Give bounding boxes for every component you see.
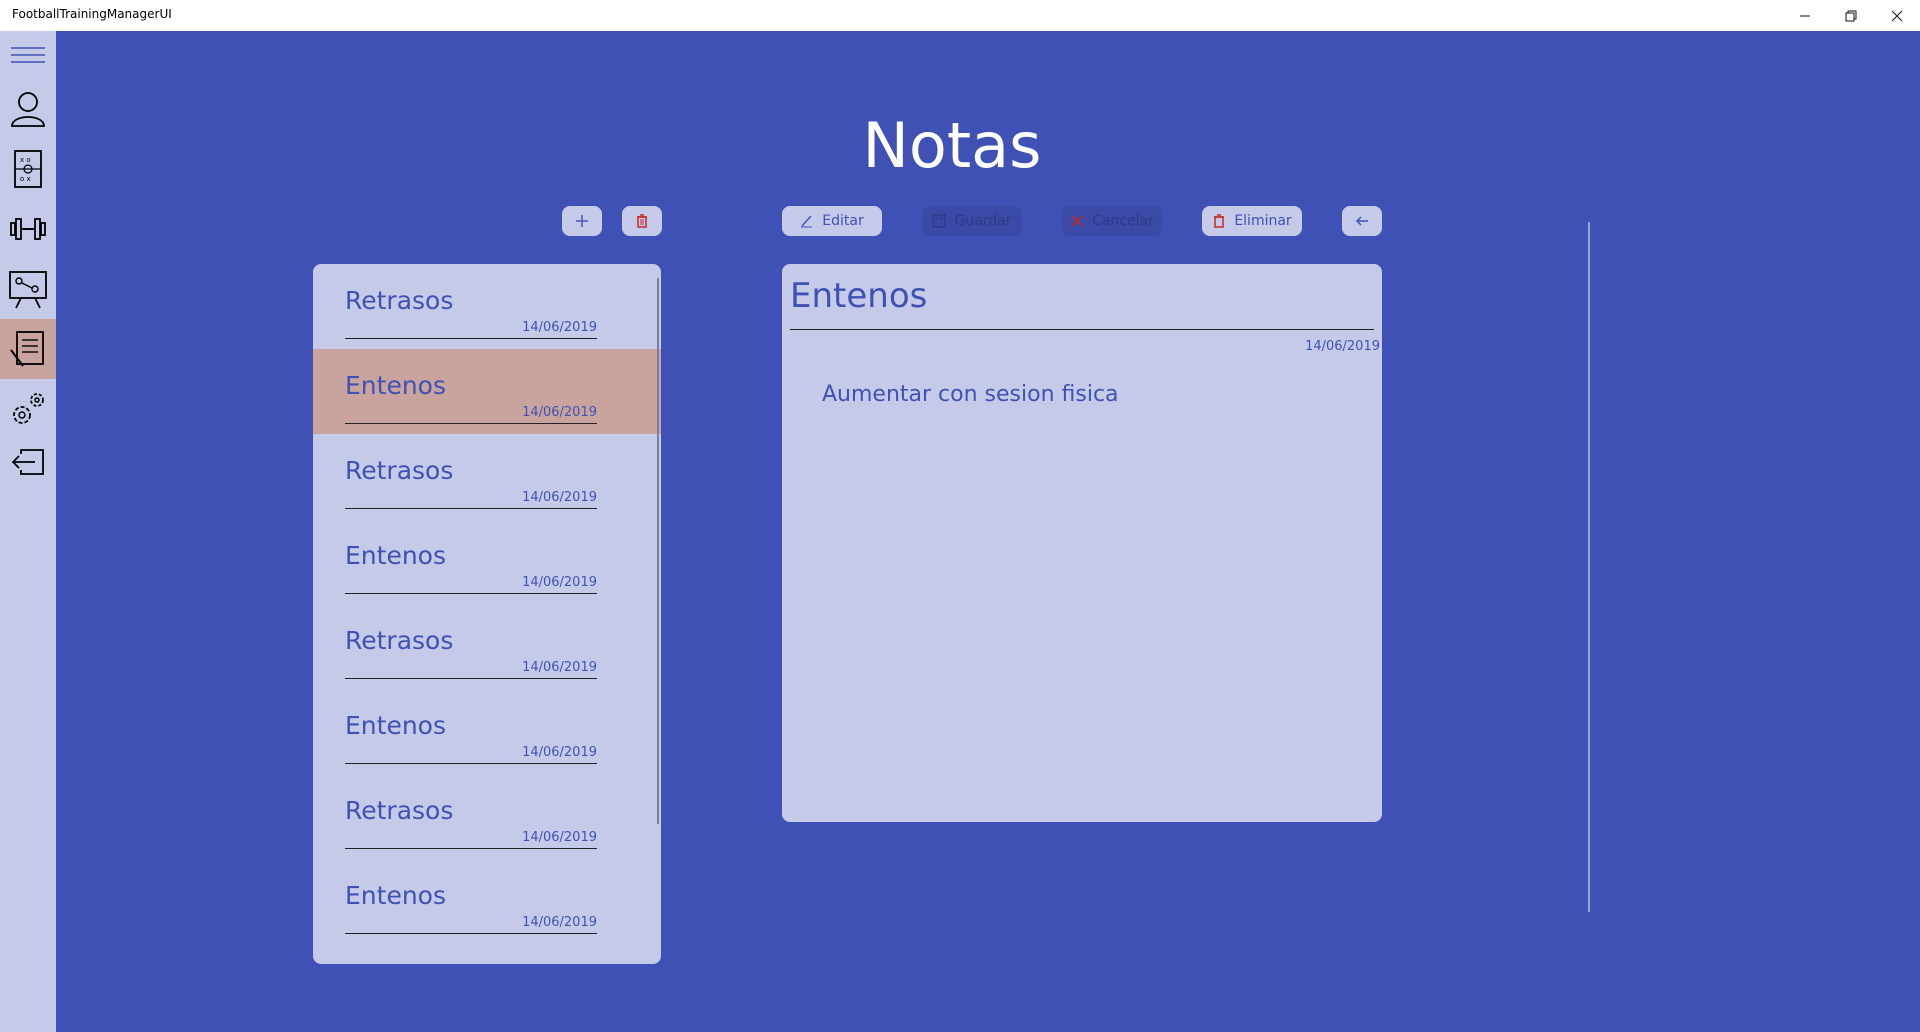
add-note-button[interactable]	[562, 206, 602, 236]
note-list-item[interactable]: Retrasos 14/06/2019	[313, 604, 661, 689]
note-detail-panel: Entenos 14/06/2019 Aumentar con sesion f…	[782, 264, 1382, 822]
trash-icon	[1214, 214, 1225, 228]
note-underline	[345, 338, 597, 339]
note-underline	[345, 593, 597, 594]
sidebar-item-players[interactable]	[0, 79, 56, 139]
notes-icon	[10, 331, 44, 367]
close-button[interactable]	[1874, 0, 1920, 31]
svg-text:o x: o x	[20, 175, 31, 183]
detail-title: Entenos	[790, 276, 928, 316]
sidebar: x o o x	[0, 31, 56, 1032]
edit-button[interactable]: Editar	[782, 206, 882, 236]
sidebar-item-notes[interactable]	[0, 319, 56, 379]
hamburger-menu-button[interactable]	[0, 31, 56, 79]
note-title: Retrasos	[345, 456, 454, 485]
sidebar-item-trainings[interactable]	[0, 259, 56, 319]
arrow-left-icon	[1355, 216, 1368, 226]
note-list-item-selected[interactable]: Entenos 14/06/2019	[313, 349, 661, 434]
note-date: 14/06/2019	[522, 830, 597, 845]
edit-button-label: Editar	[822, 213, 864, 229]
settings-gears-icon	[13, 393, 44, 424]
note-title: Entenos	[345, 881, 446, 910]
note-underline	[345, 933, 597, 934]
delete-button-label: Eliminar	[1234, 213, 1292, 229]
note-date: 14/06/2019	[522, 320, 597, 335]
minimize-icon	[1800, 15, 1810, 16]
cancel-button-label: Cancelar	[1092, 213, 1154, 229]
hamburger-menu-icon	[11, 47, 45, 63]
sidebar-item-logout[interactable]	[0, 439, 56, 487]
vertical-divider	[1588, 222, 1590, 912]
note-title: Retrasos	[345, 286, 454, 315]
save-icon	[932, 214, 947, 228]
close-icon	[1891, 10, 1903, 21]
note-date: 14/06/2019	[522, 660, 597, 675]
note-title: Retrasos	[345, 626, 454, 655]
minimize-button[interactable]	[1782, 0, 1828, 31]
note-underline	[345, 423, 597, 424]
tactics-board-icon: x o o x	[14, 150, 42, 188]
note-date: 14/06/2019	[522, 490, 597, 505]
note-list-item[interactable]: Retrasos 14/06/2019	[313, 264, 661, 349]
note-underline	[345, 678, 597, 679]
note-list-item[interactable]: Entenos 14/06/2019	[313, 519, 661, 604]
sidebar-item-settings[interactable]	[0, 379, 56, 439]
title-bar: FootballTrainingManagerUI	[0, 0, 1920, 31]
note-underline	[345, 763, 597, 764]
dumbbell-icon	[10, 218, 46, 240]
restore-button[interactable]	[1828, 0, 1874, 31]
list-scrollbar[interactable]	[657, 278, 659, 824]
cancel-x-icon	[1071, 215, 1083, 227]
save-button-label: Guardar	[954, 213, 1012, 229]
note-date: 14/06/2019	[522, 915, 597, 930]
logout-icon	[11, 449, 44, 475]
window-title: FootballTrainingManagerUI	[12, 7, 172, 21]
note-list-item[interactable]: Retrasos 14/06/2019	[313, 774, 661, 859]
pencil-icon	[801, 215, 813, 228]
note-title: Entenos	[345, 371, 446, 400]
note-date: 14/06/2019	[522, 405, 597, 420]
note-underline	[345, 508, 597, 509]
note-title: Retrasos	[345, 796, 454, 825]
note-list-item[interactable]: Entenos 14/06/2019	[313, 859, 661, 944]
delete-note-list-button[interactable]	[622, 206, 662, 236]
main-area: Notas Editar Guardar Cancelar Eliminar R…	[56, 31, 1920, 1032]
sidebar-item-exercises[interactable]	[0, 199, 56, 259]
cancel-button[interactable]: Cancelar	[1062, 206, 1162, 236]
detail-underline	[790, 329, 1374, 330]
note-list-item[interactable]: Retrasos 14/06/2019	[313, 434, 661, 519]
note-list-item[interactable]: Entenos 14/06/2019	[313, 689, 661, 774]
delete-button[interactable]: Eliminar	[1202, 206, 1302, 236]
sidebar-item-tactics[interactable]: x o o x	[0, 139, 56, 199]
note-title: Entenos	[345, 711, 446, 740]
notes-list: Retrasos 14/06/2019 Entenos 14/06/2019 R…	[313, 264, 661, 964]
training-board-icon	[9, 271, 47, 309]
trash-icon	[637, 214, 647, 228]
restore-icon	[1845, 10, 1857, 21]
svg-text:x o: x o	[20, 156, 31, 164]
page-title: Notas	[862, 109, 1042, 182]
back-button[interactable]	[1342, 206, 1382, 236]
detail-body: Aumentar con sesion fisica	[822, 382, 1119, 407]
note-date: 14/06/2019	[522, 745, 597, 760]
note-date: 14/06/2019	[522, 575, 597, 590]
plus-icon	[576, 215, 588, 227]
save-button[interactable]: Guardar	[922, 206, 1022, 236]
note-title: Entenos	[345, 541, 446, 570]
detail-date: 14/06/2019	[1305, 339, 1380, 354]
person-icon	[11, 92, 45, 127]
note-underline	[345, 848, 597, 849]
